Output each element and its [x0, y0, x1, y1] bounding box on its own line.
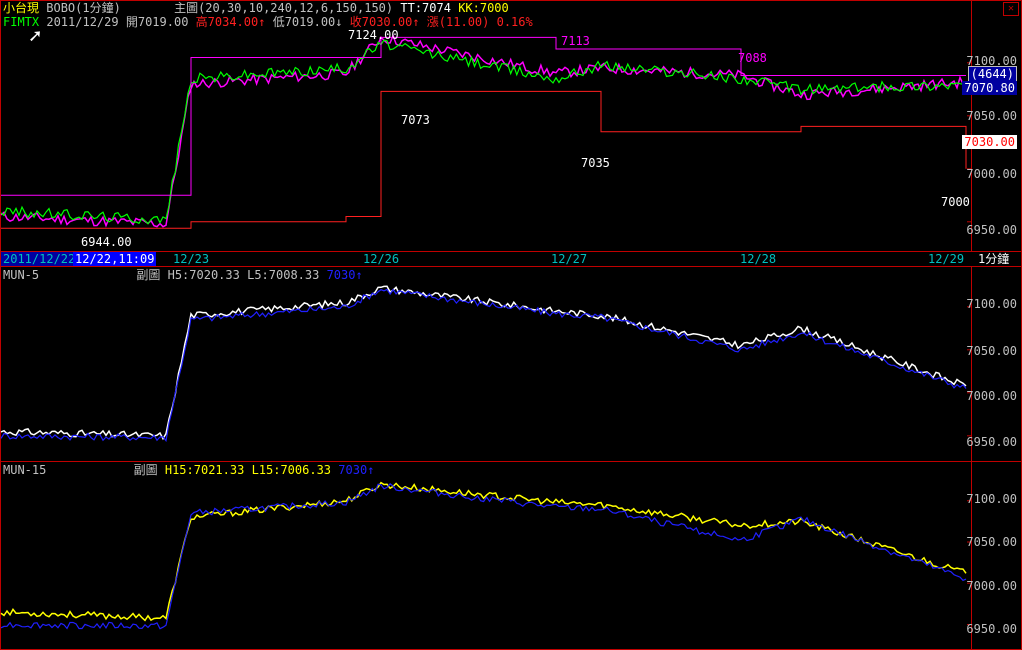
x-label-1228: 12/28 [740, 252, 777, 266]
sub2-series-line [0, 481, 967, 622]
sub-chart-1: MUN-5 副圖 H5:7020.33 L5:7008.33 7030↑ 710… [0, 266, 1022, 462]
annotation-7000: 7000 [941, 195, 970, 209]
x-label-1226: 12/26 [363, 252, 400, 266]
interval-selector[interactable]: 1分鐘 [976, 252, 1011, 267]
annotation-7035: 7035 [581, 156, 610, 170]
close-icon[interactable]: ✕ [1003, 2, 1019, 16]
sub2-y-7100: 7100.00 [966, 492, 1017, 506]
sub1-y-7050: 7050.00 [966, 344, 1017, 358]
sub1-y-7100: 7100.00 [966, 297, 1017, 311]
current-price-badge: 7070.80 [962, 81, 1017, 95]
annotation-7073: 7073 [401, 113, 430, 127]
sub2-y-6950: 6950.00 [966, 622, 1017, 636]
sub1-y-axis: 7100.00 7050.00 7000.00 6950.00 [966, 267, 1021, 461]
sub1-series-line [0, 288, 967, 443]
main-series-line [0, 33, 967, 228]
sub2-series-line [0, 482, 967, 630]
main-chart-svg [0, 33, 971, 229]
x-label-1223: 12/23 [173, 252, 210, 266]
annotation-7113: 7113 [561, 34, 590, 48]
sub2-y-7000: 7000.00 [966, 579, 1017, 593]
last-price-badge: 7030.00 [962, 135, 1017, 149]
sub1-series-line [0, 285, 967, 441]
x-label-1229: 12/29 [928, 252, 965, 266]
main-y-axis: ✕ 7100.00 (4644) 7070.80 7050.00 7030.00… [962, 1, 1021, 251]
y-label-7000: 7000.00 [966, 167, 1017, 181]
x-axis-bar: 2011/12/22 12/22,11:09 12/23 12/26 12/27… [1, 251, 1021, 267]
sub1-y-7000: 7000.00 [966, 389, 1017, 403]
volume-badge: (4644) [967, 66, 1017, 82]
sub2-plot-area[interactable]: MUN-15 副圖 H15:7021.33 L15:7006.33 7030↑ [0, 462, 972, 649]
x-cursor-time: 12/22,11:09 [73, 252, 157, 267]
sub1-y-6950: 6950.00 [966, 435, 1017, 449]
lower-envelope-line [1, 90, 967, 229]
y-label-7050: 7050.00 [966, 109, 1017, 123]
sub2-y-7050: 7050.00 [966, 535, 1017, 549]
main-plot-area[interactable]: 小台現 BOBO(1分鐘) 主圖(20,30,10,240,12,6,150,1… [0, 1, 972, 251]
annotation-6944: 6944.00 [81, 235, 132, 249]
sub-chart-2: MUN-15 副圖 H15:7021.33 L15:7006.33 7030↑ … [0, 461, 1022, 650]
x-start-date: 2011/12/22 [1, 252, 78, 267]
x-label-1227: 12/27 [551, 252, 588, 266]
annotation-7124: 7124.00 [348, 28, 399, 42]
y-label-6950: 6950.00 [966, 223, 1017, 237]
sub2-chart-svg [0, 481, 971, 630]
sub2-y-axis: 7100.00 7050.00 7000.00 6950.00 [966, 462, 1021, 649]
mouse-cursor-icon: ➚ [29, 24, 42, 48]
annotation-7088: 7088 [738, 51, 767, 65]
sub1-plot-area[interactable]: MUN-5 副圖 H5:7020.33 L5:7008.33 7030↑ [0, 267, 972, 461]
main-chart-panel: 小台現 BOBO(1分鐘) 主圖(20,30,10,240,12,6,150,1… [0, 0, 1022, 267]
sub1-chart-svg [0, 285, 971, 443]
main-series-line [0, 39, 967, 225]
